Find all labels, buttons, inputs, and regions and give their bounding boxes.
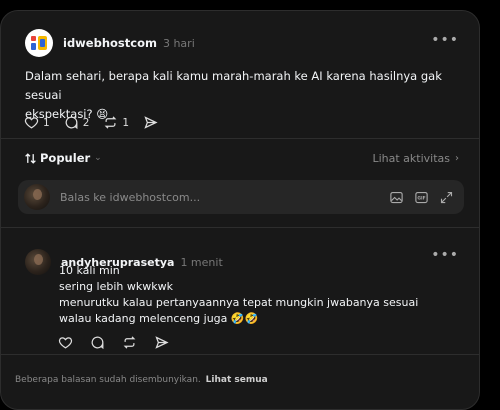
repost-count: 1 (122, 116, 130, 129)
image-icon[interactable] (389, 190, 404, 205)
share-icon (155, 336, 169, 349)
post-text-line: Dalam sehari, berapa kali kamu marah-mar… (25, 69, 442, 102)
repost-icon (104, 116, 117, 129)
hidden-replies-note: Beberapa balasan sudah disembunyikan. Li… (15, 375, 268, 385)
like-count: 1 (43, 116, 50, 129)
view-activity-link[interactable]: Lihat aktivitas › (372, 152, 459, 165)
repost-button[interactable]: 1 (103, 115, 129, 130)
view-all-link[interactable]: Lihat semua (206, 375, 268, 385)
share-icon (144, 116, 158, 129)
more-icon[interactable]: ••• (431, 247, 459, 263)
comment-line: 10 kali min (59, 264, 120, 277)
more-icon[interactable]: ••• (431, 32, 459, 48)
gif-icon[interactable]: GIF (414, 190, 429, 205)
sort-row: Populer ⌄ Lihat aktivitas › (24, 149, 459, 167)
sort-dropdown[interactable]: Populer ⌄ (24, 151, 102, 165)
like-button[interactable] (58, 335, 77, 350)
share-button[interactable] (154, 335, 173, 350)
comment-icon (91, 336, 104, 350)
comment-line: menurutku kalau pertanyaannya tepat mung… (59, 296, 419, 309)
divider (1, 354, 479, 355)
post-actions: 1 2 1 (24, 115, 176, 130)
repost-icon (123, 336, 136, 349)
comment-text: 10 kali min sering lebih wkwkwk menurutk… (59, 263, 418, 327)
view-activity-label: Lihat aktivitas (372, 151, 450, 165)
post-timestamp: 3 hari (162, 36, 195, 50)
svg-text:GIF: GIF (417, 195, 425, 201)
avatar (24, 184, 50, 210)
comment-button[interactable]: 2 (64, 115, 90, 130)
comment-line: sering lebih wkwkwk (59, 280, 173, 293)
hidden-replies-text: Beberapa balasan sudah disembunyikan. (15, 375, 201, 385)
comment-button[interactable] (90, 335, 109, 350)
reply-placeholder: Balas ke idwebhostcom... (60, 190, 201, 204)
avatar[interactable] (25, 249, 51, 275)
chevron-down-icon: ⌄ (94, 153, 102, 163)
comment-icon (65, 116, 78, 130)
reply-tools: GIF (389, 190, 454, 205)
comment-actions (58, 335, 186, 350)
post-username[interactable]: idwebhostcom (63, 36, 157, 50)
comment-line: walau kadang melenceng juga 🤣🤣 (59, 312, 259, 325)
sort-label: Populer (40, 151, 91, 165)
thread-card: idwebhostcom 3 hari ••• Dalam sehari, be… (0, 10, 480, 410)
heart-icon (24, 117, 39, 129)
share-button[interactable] (143, 115, 162, 130)
like-button[interactable]: 1 (24, 115, 50, 130)
comment-count: 2 (82, 116, 90, 129)
idwebhost-logo[interactable] (25, 29, 53, 57)
divider (1, 138, 479, 139)
divider (1, 227, 479, 228)
expand-icon[interactable] (439, 190, 454, 205)
chevron-right-icon: › (455, 152, 459, 164)
heart-icon (58, 337, 73, 349)
sort-icon (25, 152, 36, 164)
post-header: idwebhostcom 3 hari (25, 29, 195, 57)
repost-button[interactable] (122, 335, 141, 350)
reply-input[interactable]: Balas ke idwebhostcom... GIF (18, 180, 464, 214)
